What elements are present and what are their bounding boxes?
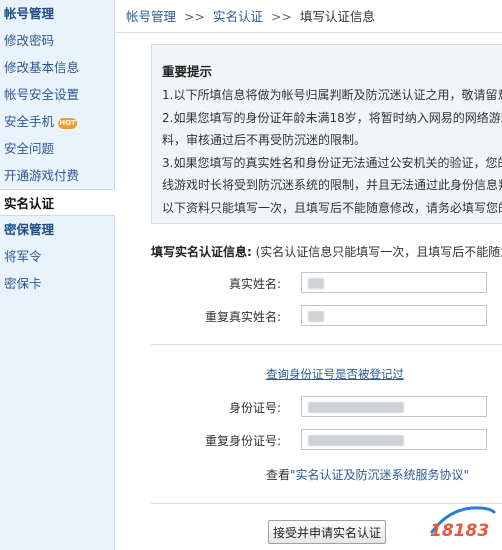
notice-title: 重要提示: [162, 64, 213, 79]
real-name-row: 真实姓名:: [151, 272, 491, 294]
watermark-logo: 18183: [430, 506, 496, 541]
sidebar-item-general-token[interactable]: 将军令: [0, 243, 114, 270]
redacted-value: [308, 311, 324, 322]
sidebar-item-security-question[interactable]: 安全问题: [0, 135, 114, 162]
divider: [151, 344, 502, 345]
agreement-link[interactable]: "实名认证及防沉迷系统服务协议": [290, 468, 469, 482]
notice-line: 2.如果您填写的身份证年龄未满18岁，将暂时纳入网易的网络游戏防: [162, 110, 502, 125]
redacted-value: [308, 278, 324, 289]
form-title-bold: 填写实名认证信息:: [151, 245, 252, 259]
sidebar-item-game-payment[interactable]: 开通游戏付费: [0, 162, 114, 189]
sidebar-group-security: 密保管理: [4, 222, 55, 237]
real-name-label: 真实姓名:: [228, 277, 281, 291]
breadcrumb: 帐号管理 >> 实名认证 >> 填写认证信息: [116, 0, 502, 33]
agreement-prefix: 查看: [266, 468, 291, 482]
main-content: 帐号管理 >> 实名认证 >> 填写认证信息 重要提示 1.以下所填信息将做为帐…: [116, 0, 502, 550]
id-number-row: 身份证号:: [151, 396, 491, 418]
sidebar-item-security-phone[interactable]: 安全手机 HOT: [0, 108, 114, 135]
submit-real-name-button[interactable]: 接受并申请实名认证: [268, 520, 386, 544]
id-number-label: 身份证号:: [228, 401, 281, 415]
form-title-note: (实名认证信息只能填写一次，且填写后不能随意: [251, 245, 502, 259]
repeat-real-name-input[interactable]: [301, 305, 487, 326]
breadcrumb-separator: >>: [270, 9, 292, 24]
sidebar-item-account-security[interactable]: 帐号安全设置: [0, 81, 114, 108]
sidebar-item-change-password[interactable]: 修改密码: [0, 27, 114, 54]
breadcrumb-separator: >>: [184, 9, 205, 24]
notice-line: 以下资料只能填写一次，且填写后不能随意修改，请务必填写您的真: [162, 200, 502, 215]
breadcrumb-link-real-name[interactable]: 实名认证: [213, 9, 263, 24]
notice-line: 线游戏时长将受到防沉迷系统的限制，并且无法通过此身份信息判断: [162, 178, 502, 192]
redacted-value: [308, 402, 404, 413]
sidebar-item-real-name-auth[interactable]: 实名认证: [0, 189, 121, 216]
notice-line: 3.如果您填写的真实姓名和身份证无法通过公安机关的验证，您的帐: [162, 155, 502, 170]
repeat-id-number-label: 重复身份证号:: [204, 434, 281, 448]
agreement-text: 查看"实名认证及防沉迷系统服务协议": [266, 466, 469, 483]
redacted-value: [308, 435, 404, 446]
breadcrumb-link-account[interactable]: 帐号管理: [126, 9, 176, 24]
sidebar-item-security-card[interactable]: 密保卡: [0, 270, 114, 297]
form-title: 填写实名认证信息: (实名认证信息只能填写一次，且填写后不能随意: [151, 243, 502, 260]
sidebar-item-label: 安全手机: [4, 114, 55, 129]
repeat-real-name-label: 重复真实姓名:: [204, 310, 281, 324]
sidebar-item-edit-basic-info[interactable]: 修改基本信息: [0, 54, 114, 81]
sidebar: 帐号管理 修改密码 修改基本信息 帐号安全设置 安全手机 HOT 安全问题 开通游…: [0, 0, 121, 550]
repeat-id-number-input[interactable]: [301, 429, 487, 450]
repeat-id-number-row: 重复身份证号:: [151, 429, 491, 451]
hot-badge: HOT: [58, 118, 78, 129]
breadcrumb-current: 填写认证信息: [299, 9, 375, 24]
real-name-input[interactable]: [301, 272, 487, 293]
sidebar-group-account: 帐号管理: [4, 6, 55, 21]
important-notice: 重要提示 1.以下所填信息将做为帐号归属判断及防沉迷认证之用，敬请留意。 2.如…: [151, 44, 502, 224]
svg-text:18183: 18183: [430, 521, 489, 541]
notice-line: 料，审核通过后不再受防沉迷的限制。: [162, 133, 367, 147]
repeat-real-name-row: 重复真实姓名:: [151, 305, 491, 327]
notice-line: 1.以下所填信息将做为帐号归属判断及防沉迷认证之用，敬请留意。: [162, 88, 502, 102]
id-number-input[interactable]: [301, 396, 487, 417]
query-id-registered-link[interactable]: 查询身份证号是否被登记过: [266, 366, 404, 382]
